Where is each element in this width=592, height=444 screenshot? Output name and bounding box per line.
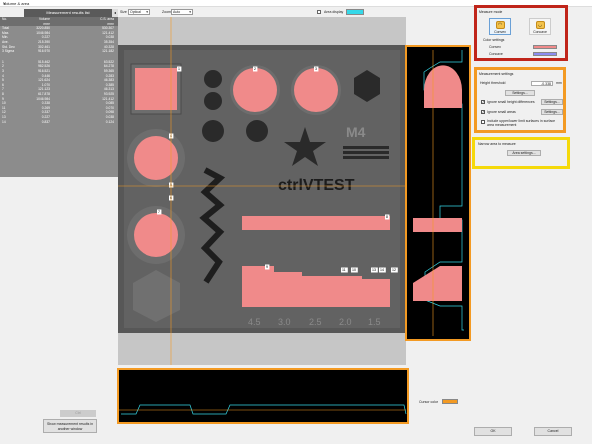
concave-color-swatch[interactable] xyxy=(533,52,557,56)
ignore-areas-label: Ignore small areas xyxy=(487,110,516,114)
hole-b xyxy=(204,92,222,110)
m4-emboss: M4 xyxy=(346,124,366,140)
region-9[interactable] xyxy=(242,266,274,307)
region-8[interactable] xyxy=(242,216,390,230)
cursor-color-swatch[interactable] xyxy=(442,399,458,404)
region-tag: 2 xyxy=(254,67,256,71)
measure-mode-group: Measure mode ◠ Convex ◡ Concave Color se… xyxy=(474,5,568,61)
ignore-height-settings-button[interactable]: Settings... xyxy=(541,99,563,105)
height-threshold-unit: mm xyxy=(556,81,562,85)
include-limit-label: Include upper/lower limit surfaces in su… xyxy=(487,119,556,127)
horizontal-profile-plot xyxy=(119,404,407,415)
region-13[interactable] xyxy=(362,279,390,307)
ignore-areas-settings-button[interactable]: Settings... xyxy=(541,109,563,115)
region-tag: 11 xyxy=(342,268,346,272)
measure-mode-title: Measure mode xyxy=(479,10,503,14)
region-7[interactable] xyxy=(134,213,178,257)
ignore-height-label: Ignore small height differences xyxy=(487,100,535,104)
region-tag: 8 xyxy=(386,215,388,219)
vertical-profile-plot xyxy=(413,50,464,336)
region-4[interactable] xyxy=(134,136,178,180)
ignore-areas-checkbox[interactable]: ✓ xyxy=(481,110,485,114)
threshold-settings-button[interactable]: Settings... xyxy=(505,90,535,96)
plate-logo: ctrlVTEST xyxy=(278,177,355,194)
region-tag: 12 xyxy=(392,268,396,272)
convex-mode-button[interactable]: ◠ Convex xyxy=(489,18,511,35)
concave-mode-button[interactable]: ◡ Concave xyxy=(529,18,551,35)
step-height-label: 1.5 xyxy=(368,317,381,327)
include-limit-checkbox[interactable] xyxy=(481,120,485,124)
narrow-area-title: Narrow area to measure xyxy=(478,142,516,146)
region-2[interactable] xyxy=(233,68,277,112)
step-height-label: 4.5 xyxy=(248,317,261,327)
region-tag: 14 xyxy=(380,268,384,272)
hole-d xyxy=(246,120,268,142)
color-settings-title: Color settings xyxy=(483,38,505,42)
step-height-label: 2.0 xyxy=(339,317,352,327)
measurement-settings-title: Measurement settings xyxy=(479,72,514,76)
step-height-label: 3.0 xyxy=(278,317,291,327)
concave-icon: ◡ xyxy=(535,21,545,29)
cancel-button[interactable]: Cancel xyxy=(534,427,572,436)
ignore-height-checkbox[interactable]: ✓ xyxy=(481,100,485,104)
concave-color-label: Concave xyxy=(489,52,503,56)
step-height-label: 2.5 xyxy=(309,317,322,327)
hole-a xyxy=(204,70,222,88)
convex-color-label: Convex xyxy=(489,45,501,49)
region-tag: 9 xyxy=(266,265,268,269)
convex-icon: ◠ xyxy=(495,21,505,29)
region-tag: 1 xyxy=(178,67,180,71)
narrow-area-group: Narrow area to measure Area settings... xyxy=(472,137,570,169)
area-settings-button[interactable]: Area settings... xyxy=(507,150,541,156)
measurement-settings-group: Measurement settings Height threshold -0… xyxy=(474,67,566,133)
height-threshold-input[interactable]: -0.338 xyxy=(531,81,553,86)
cursor-color-label: Cursor color xyxy=(419,400,439,404)
convex-color-swatch[interactable] xyxy=(533,45,557,49)
region-tag: 13 xyxy=(372,268,376,272)
region-tag: 10 xyxy=(352,268,356,272)
region-11[interactable] xyxy=(332,276,362,307)
ok-button[interactable]: OK xyxy=(474,427,512,436)
region-tag: 7 xyxy=(158,210,160,214)
hole-c xyxy=(202,120,224,142)
region-3[interactable] xyxy=(294,68,338,112)
height-threshold-label: Height threshold xyxy=(480,81,506,85)
region-tag: 3 xyxy=(315,67,317,71)
